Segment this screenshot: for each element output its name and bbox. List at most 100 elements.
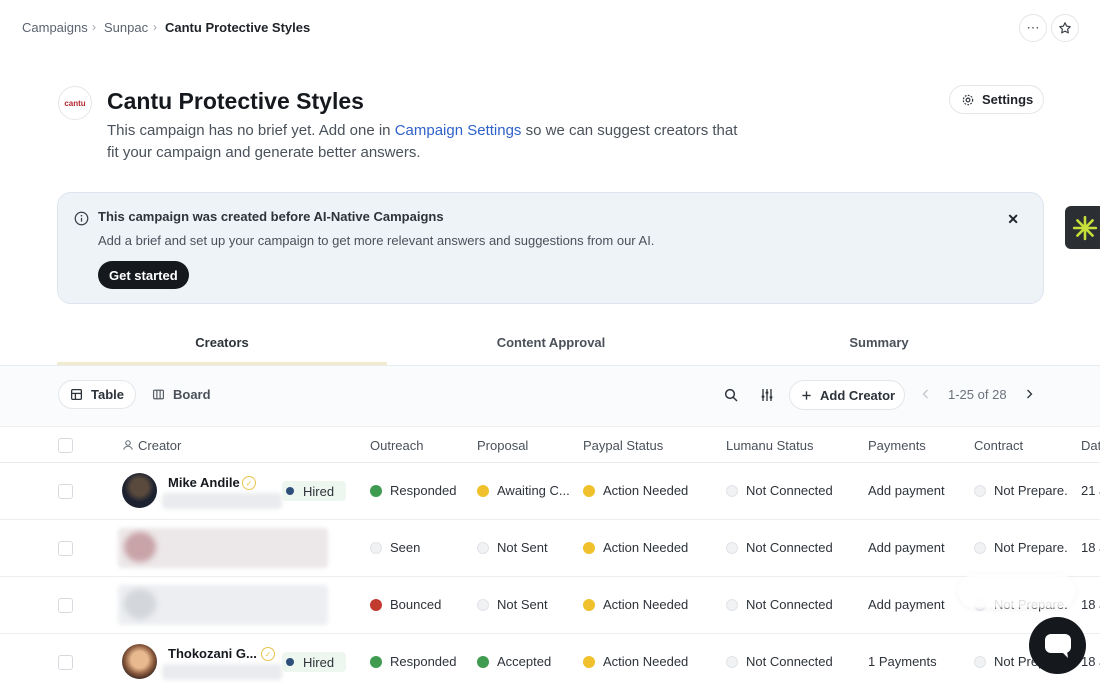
campaign-tabs: Creators Content Approval Summary bbox=[0, 318, 1100, 366]
row-checkbox[interactable] bbox=[58, 484, 73, 499]
paypal-status-cell[interactable]: Action Needed bbox=[583, 654, 713, 669]
column-header-proposal[interactable]: Proposal bbox=[477, 438, 528, 453]
status-dot bbox=[370, 655, 382, 668]
verified-icon: ✓ bbox=[242, 476, 256, 490]
row-checkbox[interactable] bbox=[58, 598, 73, 613]
contract-cell[interactable]: Not Prepare... bbox=[974, 540, 1069, 555]
avatar bbox=[122, 473, 157, 508]
payments-value: Add payment bbox=[868, 540, 945, 555]
lumanu-value: Not Connected bbox=[746, 483, 833, 498]
column-header-contract[interactable]: Contract bbox=[974, 438, 1023, 453]
status-dot bbox=[583, 541, 595, 554]
creator-name[interactable]: Thokozani G... bbox=[168, 646, 257, 661]
tab-content-approval[interactable]: Content Approval bbox=[386, 335, 716, 350]
tab-creators[interactable]: Creators bbox=[57, 335, 387, 350]
view-table-button[interactable]: Table bbox=[58, 380, 136, 409]
contract-value: Not Prepare... bbox=[994, 483, 1069, 498]
gear-icon bbox=[962, 94, 974, 105]
more-icon: ⋯ bbox=[1026, 20, 1040, 35]
contract-cell[interactable]: Not Prepare... bbox=[974, 483, 1069, 498]
subtitle-text: This campaign has no brief yet. Add one … bbox=[107, 122, 395, 139]
side-widget-button[interactable] bbox=[1065, 206, 1100, 249]
paypal-status-cell[interactable]: Action Needed bbox=[583, 483, 713, 498]
settings-button[interactable]: Settings bbox=[949, 85, 1044, 114]
chevron-right-icon[interactable] bbox=[1023, 387, 1035, 401]
payments-value: 1 Payments bbox=[868, 654, 937, 669]
proposal-value: Awaiting C... bbox=[497, 483, 570, 498]
outreach-cell[interactable]: Seen bbox=[370, 540, 470, 555]
column-header-creator[interactable]: Creator bbox=[138, 438, 181, 453]
column-header-paypal-status[interactable]: Paypal Status bbox=[583, 438, 663, 453]
status-dot bbox=[583, 598, 595, 611]
outreach-value: Bounced bbox=[390, 597, 442, 612]
creator-name[interactable]: Mike Andile bbox=[168, 475, 240, 490]
proposal-cell[interactable]: Accepted bbox=[477, 654, 571, 669]
column-header-payments[interactable]: Payments bbox=[868, 438, 926, 453]
lumanu-status-cell[interactable]: Not Connected bbox=[726, 483, 856, 498]
lumanu-value: Not Connected bbox=[746, 654, 833, 669]
outreach-cell[interactable]: Bounced bbox=[370, 597, 470, 612]
breadcrumb-campaigns[interactable]: Campaigns bbox=[22, 20, 88, 35]
person-icon bbox=[123, 440, 133, 450]
row-checkbox[interactable] bbox=[58, 655, 73, 670]
lumanu-status-cell[interactable]: Not Connected bbox=[726, 597, 856, 612]
status-dot bbox=[726, 484, 738, 497]
more-options-button[interactable]: ⋯ bbox=[1019, 14, 1047, 42]
table-row[interactable]: Thokozani G... ✓ Hired Responded Accepte… bbox=[0, 634, 1100, 691]
chat-launcher-button[interactable] bbox=[1029, 617, 1086, 674]
search-button[interactable] bbox=[722, 386, 740, 404]
campaign-settings-link[interactable]: Campaign Settings bbox=[395, 122, 522, 139]
lumanu-status-cell[interactable]: Not Connected bbox=[726, 654, 856, 669]
payments-value: Add payment bbox=[868, 597, 945, 612]
outreach-value: Responded bbox=[390, 654, 457, 669]
status-dot bbox=[370, 484, 382, 497]
proposal-cell[interactable]: Not Sent bbox=[477, 597, 571, 612]
table-row[interactable]: Mike Andile ✓ Hired Responded Awaiting C… bbox=[0, 463, 1100, 520]
payments-cell[interactable]: Add payment bbox=[868, 540, 968, 555]
status-dot bbox=[370, 598, 382, 611]
date-value: 18 J bbox=[1081, 540, 1100, 555]
payments-cell[interactable]: Add payment bbox=[868, 483, 968, 498]
column-header-date[interactable]: Dat bbox=[1081, 438, 1100, 453]
tab-summary[interactable]: Summary bbox=[714, 335, 1044, 350]
brand-logo: cantu bbox=[58, 86, 92, 120]
table-toolbar: Table Board Add Creator 1-25 of 28 bbox=[0, 366, 1100, 426]
paypal-status-cell[interactable]: Action Needed bbox=[583, 540, 713, 555]
get-started-button[interactable]: Get started bbox=[98, 261, 189, 289]
add-creator-label: Add Creator bbox=[820, 387, 896, 403]
paypal-value: Action Needed bbox=[603, 597, 689, 612]
status-badge-label: Hired bbox=[303, 654, 335, 670]
payments-cell[interactable]: 1 Payments bbox=[868, 654, 968, 669]
table-row[interactable]: Seen Not Sent Action Needed Not Connecte… bbox=[0, 520, 1100, 577]
table-row[interactable]: Bounced Not Sent Action Needed Not Conne… bbox=[0, 577, 1100, 634]
close-icon[interactable]: ✕ bbox=[1007, 211, 1019, 228]
column-header-lumanu-status[interactable]: Lumanu Status bbox=[726, 438, 813, 453]
status-badge-label: Hired bbox=[303, 483, 335, 499]
pagination-text: 1-25 of 28 bbox=[948, 387, 1007, 402]
redacted-handle bbox=[162, 493, 282, 509]
view-board-button[interactable]: Board bbox=[141, 380, 222, 409]
proposal-value: Not Sent bbox=[497, 540, 548, 555]
lumanu-status-cell[interactable]: Not Connected bbox=[726, 540, 856, 555]
paypal-status-cell[interactable]: Action Needed bbox=[583, 597, 713, 612]
proposal-cell[interactable]: Not Sent bbox=[477, 540, 571, 555]
status-dot bbox=[286, 487, 294, 495]
column-header-outreach[interactable]: Outreach bbox=[370, 438, 423, 453]
date-cell: 21 J bbox=[1081, 483, 1100, 498]
proposal-cell[interactable]: Awaiting C... bbox=[477, 483, 571, 498]
chevron-left-icon[interactable] bbox=[920, 387, 932, 401]
outreach-cell[interactable]: Responded bbox=[370, 654, 470, 669]
favorite-button[interactable] bbox=[1051, 14, 1079, 42]
payments-cell[interactable]: Add payment bbox=[868, 597, 968, 612]
add-creator-button[interactable]: Add Creator bbox=[789, 380, 905, 410]
outreach-cell[interactable]: Responded bbox=[370, 483, 470, 498]
row-checkbox[interactable] bbox=[58, 541, 73, 556]
payments-value: Add payment bbox=[868, 483, 945, 498]
status-dot bbox=[583, 655, 595, 668]
select-all-checkbox[interactable] bbox=[58, 438, 73, 453]
breadcrumb-sunpac[interactable]: Sunpac bbox=[104, 20, 148, 35]
board-icon bbox=[153, 389, 164, 400]
filter-button[interactable] bbox=[758, 386, 776, 404]
settings-label: Settings bbox=[982, 92, 1034, 107]
top-bar: Campaigns › Sunpac › Cantu Protective St… bbox=[0, 0, 1100, 56]
